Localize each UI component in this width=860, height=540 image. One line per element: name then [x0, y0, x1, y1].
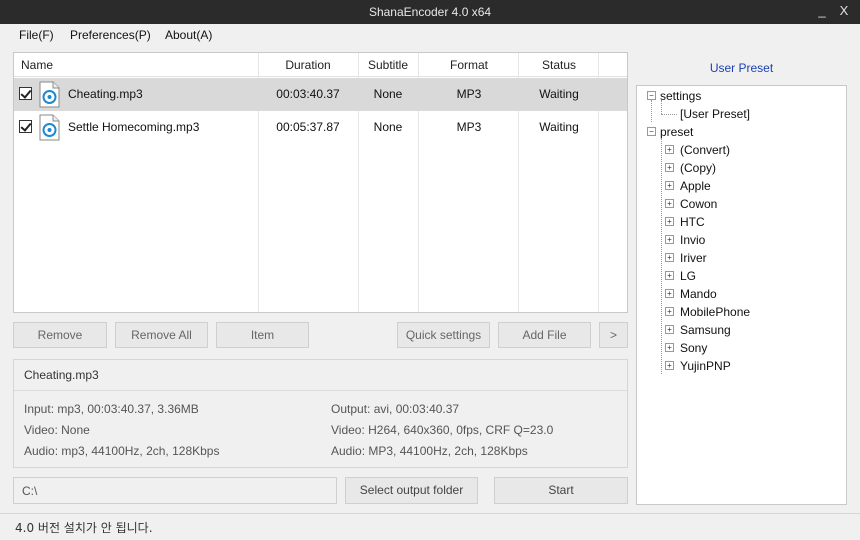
tree-node-copy[interactable]: (Copy)	[680, 161, 716, 175]
info-audio-output: Audio: MP3, 44100Hz, 2ch, 128Kbps	[331, 444, 528, 458]
table-row[interactable]: Cheating.mp3 00:03:40.37 None MP3 Waitin…	[14, 78, 627, 111]
plus-expander-icon[interactable]: +	[665, 289, 674, 298]
info-video-input: Video: None	[24, 423, 90, 437]
info-output: Output: avi, 00:03:40.37	[331, 402, 460, 416]
tree-connector	[661, 136, 662, 374]
column-header-name[interactable]: Name	[21, 58, 53, 72]
preset-panel: User Preset − settings [User Preset] − p…	[636, 52, 847, 505]
file-format: MP3	[456, 87, 482, 101]
tree-node-iriver[interactable]: Iriver	[680, 251, 707, 265]
output-path-field[interactable]: C:\	[13, 477, 337, 504]
checkbox-checked-icon[interactable]	[19, 87, 32, 100]
plus-expander-icon[interactable]: +	[665, 217, 674, 226]
tree-node-samsung[interactable]: Samsung	[680, 323, 731, 337]
tree-node-user-preset[interactable]: [User Preset]	[680, 107, 750, 121]
file-duration: 00:03:40.37	[276, 87, 340, 101]
plus-expander-icon[interactable]: +	[665, 199, 674, 208]
tree-node-preset[interactable]: preset	[660, 125, 693, 139]
tree-node-mando[interactable]: Mando	[680, 287, 717, 301]
tree-node-yujinpnp[interactable]: YujinPNP	[680, 359, 731, 373]
tree-node-cowon[interactable]: Cowon	[680, 197, 717, 211]
checkbox-checked-icon[interactable]	[19, 120, 32, 133]
preset-title: User Preset	[709, 61, 774, 75]
file-name: Cheating.mp3	[68, 87, 143, 101]
info-video-output: Video: H264, 640x360, 0fps, CRF Q=23.0	[331, 423, 554, 437]
info-input: Input: mp3, 00:03:40.37, 3.36MB	[24, 402, 199, 416]
table-row[interactable]: Settle Homecoming.mp3 00:05:37.87 None M…	[14, 111, 627, 144]
tree-node-apple[interactable]: Apple	[680, 179, 711, 193]
plus-expander-icon[interactable]: +	[665, 343, 674, 352]
tree-node-convert[interactable]: (Convert)	[680, 143, 730, 157]
preset-tree[interactable]: − settings [User Preset] − preset + (Con…	[636, 85, 847, 505]
item-button[interactable]: Item	[216, 322, 309, 348]
plus-expander-icon[interactable]: +	[665, 145, 674, 154]
select-output-folder-button[interactable]: Select output folder	[345, 477, 478, 504]
menu-preferences[interactable]: Preferences(P)	[70, 28, 151, 42]
file-list[interactable]: Name Duration Subtitle Format Status Che…	[13, 52, 628, 313]
close-button[interactable]: X	[834, 3, 854, 21]
file-format: MP3	[456, 120, 482, 134]
audio-file-icon	[39, 114, 60, 141]
audio-file-icon	[39, 81, 60, 108]
minus-expander-icon[interactable]: −	[647, 91, 656, 100]
info-audio-input: Audio: mp3, 44100Hz, 2ch, 128Kbps	[24, 444, 220, 458]
tree-node-sony[interactable]: Sony	[680, 341, 707, 355]
tree-connector	[651, 100, 652, 122]
file-status: Waiting	[539, 87, 579, 101]
column-header-subtitle[interactable]: Subtitle	[358, 58, 418, 72]
more-button[interactable]: >	[599, 322, 628, 348]
column-header-format[interactable]: Format	[419, 58, 519, 72]
file-list-header: Name Duration Subtitle Format Status	[14, 53, 627, 77]
plus-expander-icon[interactable]: +	[665, 271, 674, 280]
status-message: 4.0 버전 설치가 안 됩니다.	[15, 521, 153, 535]
column-header-duration[interactable]: Duration	[258, 58, 358, 72]
column-header-status[interactable]: Status	[519, 58, 599, 72]
start-button[interactable]: Start	[494, 477, 628, 504]
window-title: ShanaEncoder 4.0 x64	[368, 5, 492, 19]
info-divider	[14, 390, 627, 391]
plus-expander-icon[interactable]: +	[665, 253, 674, 262]
tree-node-lg[interactable]: LG	[680, 269, 696, 283]
file-info-panel: Cheating.mp3 Input: mp3, 00:03:40.37, 3.…	[13, 359, 628, 468]
plus-expander-icon[interactable]: +	[665, 163, 674, 172]
title-bar: ShanaEncoder 4.0 x64 _ X	[0, 0, 860, 24]
minimize-button[interactable]: _	[812, 3, 832, 21]
menu-bar: File(F) Preferences(P) About(A)	[0, 24, 860, 46]
tree-node-mobilephone[interactable]: MobilePhone	[680, 305, 750, 319]
file-subtitle: None	[373, 87, 403, 101]
add-file-button[interactable]: Add File	[498, 322, 591, 348]
info-file-name: Cheating.mp3	[24, 368, 99, 382]
status-bar: 4.0 버전 설치가 안 됩니다.	[0, 513, 860, 540]
plus-expander-icon[interactable]: +	[665, 325, 674, 334]
file-status: Waiting	[539, 120, 579, 134]
quick-settings-button[interactable]: Quick settings	[397, 322, 490, 348]
plus-expander-icon[interactable]: +	[665, 235, 674, 244]
remove-all-button[interactable]: Remove All	[115, 322, 208, 348]
plus-expander-icon[interactable]: +	[665, 361, 674, 370]
tree-node-settings[interactable]: settings	[660, 89, 701, 103]
minus-expander-icon[interactable]: −	[647, 127, 656, 136]
tree-node-htc[interactable]: HTC	[680, 215, 705, 229]
file-duration: 00:05:37.87	[276, 120, 340, 134]
tree-node-invio[interactable]: Invio	[680, 233, 705, 247]
menu-file[interactable]: File(F)	[19, 28, 54, 42]
file-subtitle: None	[373, 120, 403, 134]
tree-connector	[661, 114, 677, 115]
plus-expander-icon[interactable]: +	[665, 181, 674, 190]
remove-button[interactable]: Remove	[13, 322, 107, 348]
file-name: Settle Homecoming.mp3	[68, 120, 200, 134]
plus-expander-icon[interactable]: +	[665, 307, 674, 316]
menu-about[interactable]: About(A)	[165, 28, 212, 42]
